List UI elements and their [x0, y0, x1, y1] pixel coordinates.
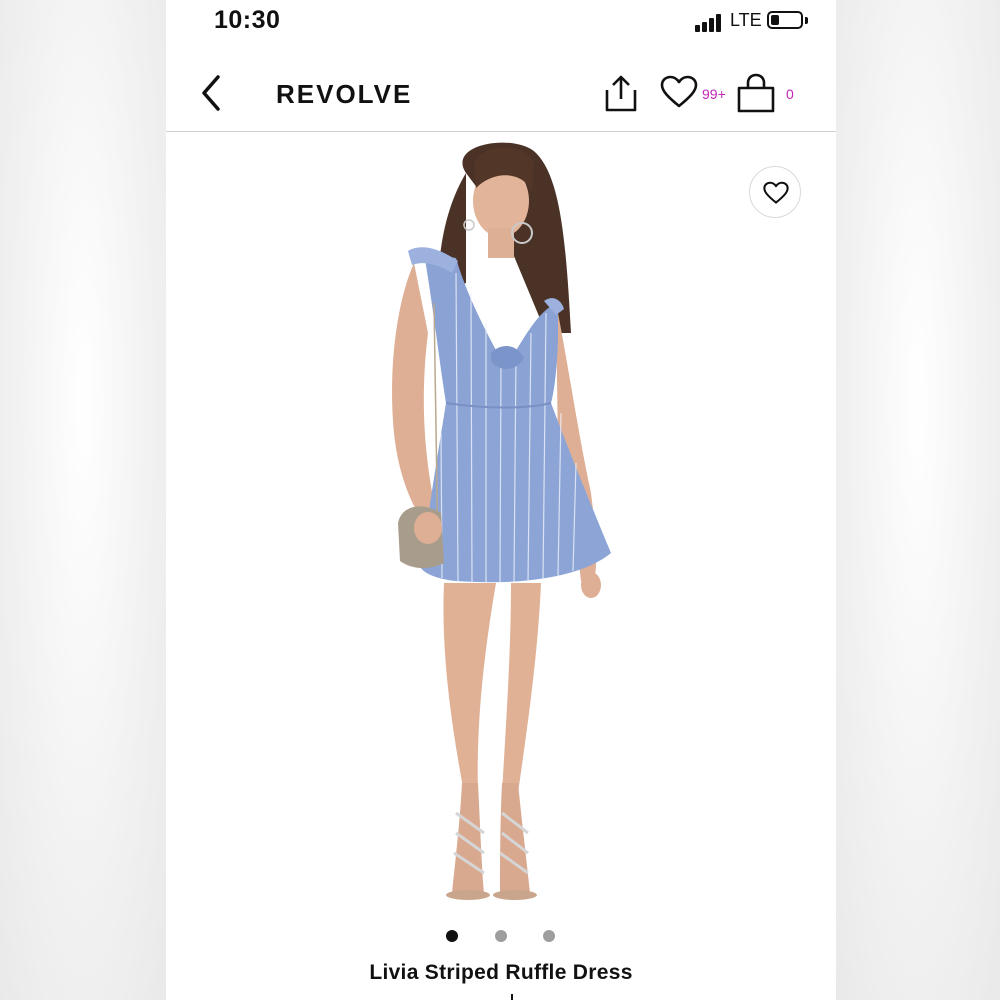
background-right [836, 0, 1000, 1000]
carousel-dot[interactable] [543, 930, 555, 942]
heart-outline-icon [763, 181, 789, 204]
status-time: 10:30 [214, 6, 281, 34]
favorite-button[interactable] [749, 166, 801, 218]
phone-screen: 10:30 LTE REVOLVE 99+ 0 Livia Striped Ru… [166, 0, 836, 1000]
carousel-dot[interactable] [495, 930, 507, 942]
carousel-dot[interactable] [446, 930, 458, 942]
battery-nub [805, 17, 808, 24]
battery-icon [767, 11, 803, 29]
text-cursor [511, 994, 513, 1000]
wishlist-button[interactable] [660, 75, 702, 113]
background-left [0, 0, 166, 1000]
carousel-indicator [166, 928, 836, 944]
share-button[interactable] [604, 73, 638, 113]
model-photo [392, 142, 611, 900]
shopping-bag-icon [737, 73, 775, 113]
wishlist-count-badge: 99+ [702, 86, 726, 102]
top-nav-bar: REVOLVE 99+ 0 [166, 55, 836, 132]
share-icon [605, 75, 637, 112]
signal-icon [695, 12, 725, 32]
product-title: Livia Striped Ruffle Dress [369, 961, 633, 984]
heart-outline-icon [660, 75, 698, 108]
shopping-bag-button[interactable] [736, 72, 776, 114]
battery-level [771, 15, 779, 25]
back-button[interactable] [196, 73, 232, 113]
network-label: LTE [730, 10, 762, 30]
chevron-left-icon [202, 75, 220, 111]
product-image[interactable] [166, 133, 836, 923]
brand-logo[interactable]: REVOLVE [276, 79, 412, 110]
bag-count-badge: 0 [786, 86, 794, 102]
status-bar: 10:30 LTE [166, 0, 836, 50]
